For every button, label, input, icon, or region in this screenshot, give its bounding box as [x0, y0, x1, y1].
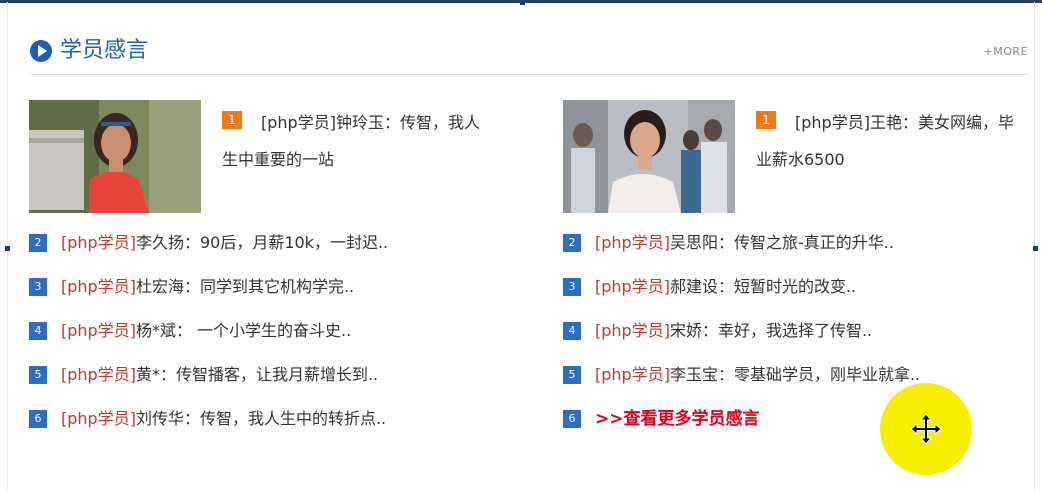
- testimonials-panel: 学员感言 +MORE 1 [php学员]钟玲玉：传智，我人生中重要的一站 2 […: [18, 22, 1028, 482]
- featured-testimonial-link[interactable]: [php学员]王艳：美女网编，毕业薪水6500: [756, 104, 1028, 178]
- cursor-highlight: [880, 383, 972, 475]
- testimonial-link[interactable]: 杜宏海：同学到其它机构学完..: [136, 277, 354, 296]
- list-item[interactable]: 3 [php学员]杜宏海：同学到其它机构学完..: [29, 275, 499, 319]
- move-cursor-icon: [910, 413, 942, 445]
- rank-badge: 4: [563, 322, 581, 340]
- featured-testimonial-link[interactable]: [php学员]钟玲玉：传智，我人生中重要的一站: [222, 104, 494, 178]
- student-photo[interactable]: [563, 100, 735, 213]
- resize-handle-left[interactable]: [5, 246, 10, 251]
- resize-handle-right[interactable]: [1033, 246, 1038, 251]
- rank-badge: 4: [29, 322, 47, 340]
- student-tag: [php学员]: [61, 321, 136, 340]
- testimonial-list-left: 2 [php学员]李久扬：90后，月薪10k，一封迟.. 3 [php学员]杜宏…: [29, 231, 499, 451]
- rank-badge: 6: [29, 410, 47, 428]
- panel-header: 学员感言 +MORE: [30, 37, 1028, 67]
- view-more-testimonials-link[interactable]: >>查看更多学员感言: [595, 407, 760, 431]
- resize-handle-top[interactable]: [520, 0, 525, 5]
- student-tag: [php学员]: [61, 409, 136, 428]
- student-tag: [php学员]: [595, 321, 670, 340]
- list-item[interactable]: 4 [php学员]杨*斌： 一个小学生的奋斗史..: [29, 319, 499, 363]
- testimonial-link[interactable]: 宋娇：幸好，我选择了传智..: [670, 321, 872, 340]
- header-divider: [30, 74, 1028, 75]
- more-link[interactable]: +MORE: [984, 45, 1028, 58]
- list-item[interactable]: 5 [php学员]黄*：传智播客，让我月薪增长到..: [29, 363, 499, 407]
- list-item[interactable]: 6 [php学员]刘传华：传智，我人生中的转折点..: [29, 407, 499, 451]
- testimonial-link[interactable]: 吴思阳：传智之旅-真正的升华..: [670, 233, 894, 252]
- student-tag: [php学员]: [595, 233, 670, 252]
- rank-badge: 2: [29, 234, 47, 252]
- play-circle-icon: [30, 40, 52, 62]
- list-item[interactable]: 3 [php学员]郝建设：短暂时光的改变..: [563, 275, 1033, 319]
- testimonial-link[interactable]: 李玉宝：零基础学员，刚毕业就拿..: [670, 365, 920, 384]
- student-tag: [php学员]: [61, 233, 136, 252]
- testimonial-column-left: 1 [php学员]钟玲玉：传智，我人生中重要的一站 2 [php学员]李久扬：9…: [29, 100, 499, 428]
- rank-badge: 3: [29, 278, 47, 296]
- rank-badge: 5: [563, 366, 581, 384]
- rank-badge: 2: [563, 234, 581, 252]
- list-item[interactable]: 2 [php学员]李久扬：90后，月薪10k，一封迟..: [29, 231, 499, 275]
- panel-title: 学员感言: [60, 38, 149, 63]
- testimonial-link[interactable]: 刘传华：传智，我人生中的转折点..: [136, 409, 386, 428]
- featured-testimonial-left[interactable]: 1 [php学员]钟玲玉：传智，我人生中重要的一站: [29, 100, 499, 215]
- student-tag: [php学员]: [61, 365, 136, 384]
- student-photo[interactable]: [29, 100, 201, 213]
- student-tag: [php学员]: [61, 277, 136, 296]
- rank-badge: 3: [563, 278, 581, 296]
- list-item[interactable]: 2 [php学员]吴思阳：传智之旅-真正的升华..: [563, 231, 1033, 275]
- featured-testimonial-right[interactable]: 1 [php学员]王艳：美女网编，毕业薪水6500: [563, 100, 1033, 215]
- rank-badge: 6: [563, 410, 581, 428]
- student-tag: [php学员]: [595, 365, 670, 384]
- testimonial-link[interactable]: 黄*：传智播客，让我月薪增长到..: [136, 365, 378, 384]
- testimonial-link[interactable]: 杨*斌： 一个小学生的奋斗史..: [136, 321, 351, 340]
- rank-badge: 5: [29, 366, 47, 384]
- list-item[interactable]: 4 [php学员]宋娇：幸好，我选择了传智..: [563, 319, 1033, 363]
- testimonial-column-right: 1 [php学员]王艳：美女网编，毕业薪水6500 2 [php学员]吴思阳：传…: [563, 100, 1033, 429]
- testimonial-link[interactable]: 李久扬：90后，月薪10k，一封迟..: [136, 233, 388, 252]
- student-tag: [php学员]: [595, 277, 670, 296]
- testimonial-link[interactable]: 郝建设：短暂时光的改变..: [670, 277, 856, 296]
